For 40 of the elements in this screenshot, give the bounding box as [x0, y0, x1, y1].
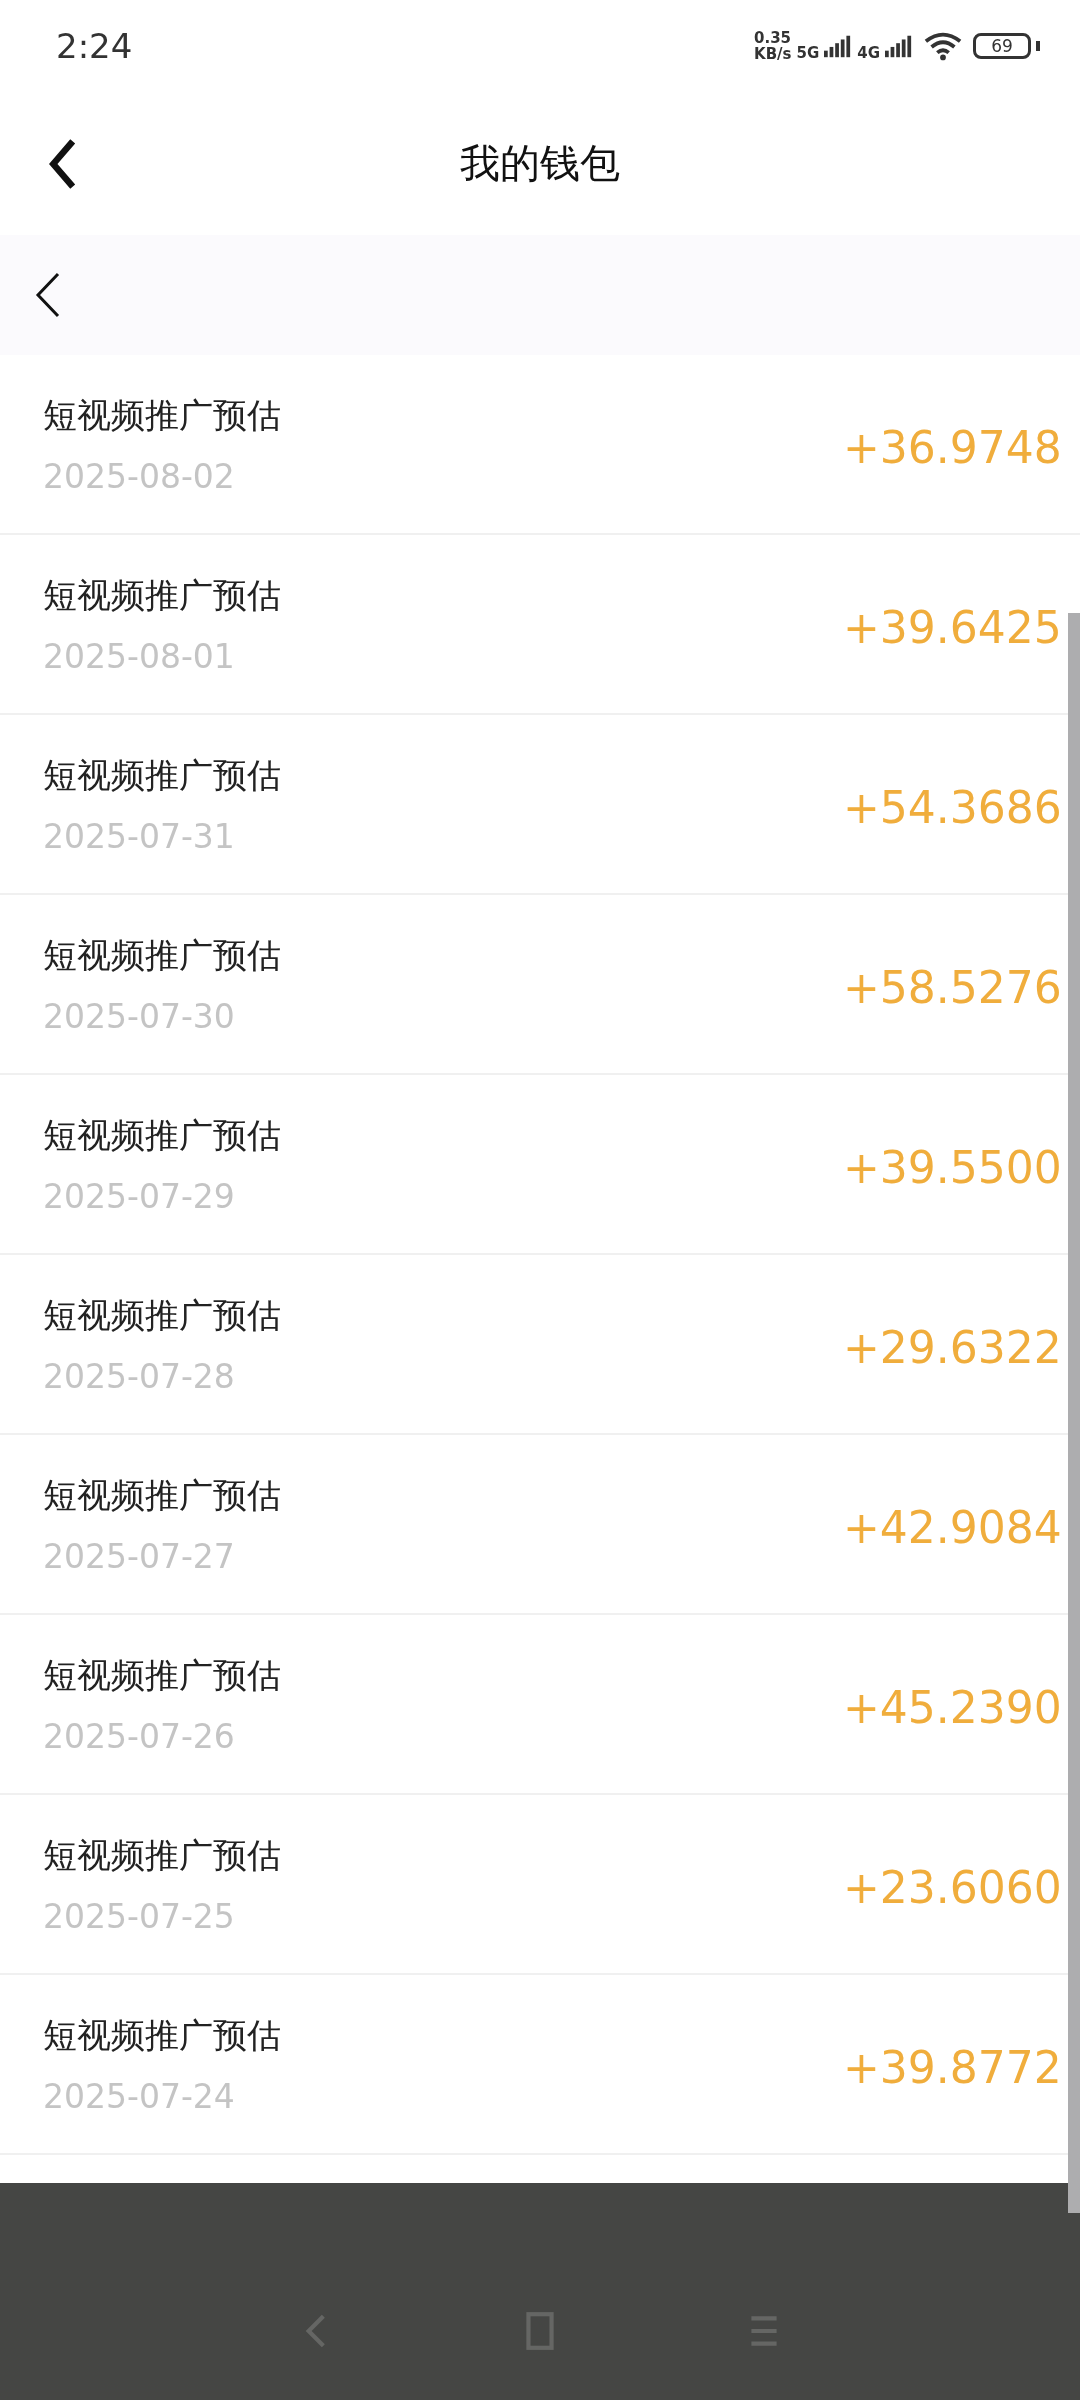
- record-amount: +54.3686: [843, 781, 1062, 833]
- record-title: 短视频推广预估: [43, 1653, 282, 1697]
- record-date: 2025-07-31: [43, 816, 236, 856]
- signal-icon: [824, 34, 853, 58]
- record-amount: +29.6322: [843, 1321, 1062, 1373]
- network-type: 4G: [857, 44, 880, 62]
- record-date: 2025-07-27: [43, 1536, 236, 1576]
- record-date: 2025-07-24: [43, 2076, 236, 2116]
- battery-icon: 69: [973, 33, 1031, 59]
- record-date: 2025-07-29: [43, 1176, 236, 1216]
- record-title: 短视频推广预估: [43, 573, 282, 617]
- record-date: 2025-07-30: [43, 996, 236, 1036]
- wifi-icon: [924, 31, 962, 61]
- record-date: 2025-08-01: [43, 636, 236, 676]
- record-title: 短视频推广预估: [43, 1473, 282, 1517]
- record-date: 2025-07-28: [43, 1356, 236, 1396]
- record-date: 2025-08-02: [43, 456, 236, 496]
- home-icon[interactable]: [523, 2310, 557, 2352]
- record-date: 2025-07-26: [43, 1716, 236, 1756]
- record-amount: +42.9084: [843, 1501, 1062, 1553]
- record-amount: +36.9748: [843, 421, 1062, 473]
- record-title: 短视频推广预估: [43, 753, 282, 797]
- network-type: 5G: [796, 44, 820, 62]
- record-title: 短视频推广预估: [43, 1833, 282, 1877]
- record-amount: +39.5500: [843, 1141, 1062, 1193]
- record-title: 短视频推广预估: [43, 933, 282, 977]
- network-speed: 0.35 KB/s: [754, 30, 792, 62]
- record-title: 短视频推广预估: [43, 2013, 282, 2057]
- record-amount: +45.2390: [843, 1681, 1062, 1733]
- signal-icon: [885, 34, 913, 58]
- status-time: 2:24: [56, 26, 133, 66]
- record-title: 短视频推广预估: [43, 1113, 282, 1157]
- page-title: 我的钱包: [460, 139, 620, 188]
- record-date: 2025-07-25: [43, 1896, 236, 1936]
- record-title: 短视频推广预估: [43, 1293, 282, 1337]
- record-amount: +39.6425: [843, 601, 1062, 653]
- record-amount: +39.8772: [843, 2041, 1062, 2093]
- record-amount: +58.5276: [843, 961, 1062, 1013]
- record-title: 短视频推广预估: [43, 393, 282, 437]
- record-amount: +23.6060: [843, 1861, 1062, 1913]
